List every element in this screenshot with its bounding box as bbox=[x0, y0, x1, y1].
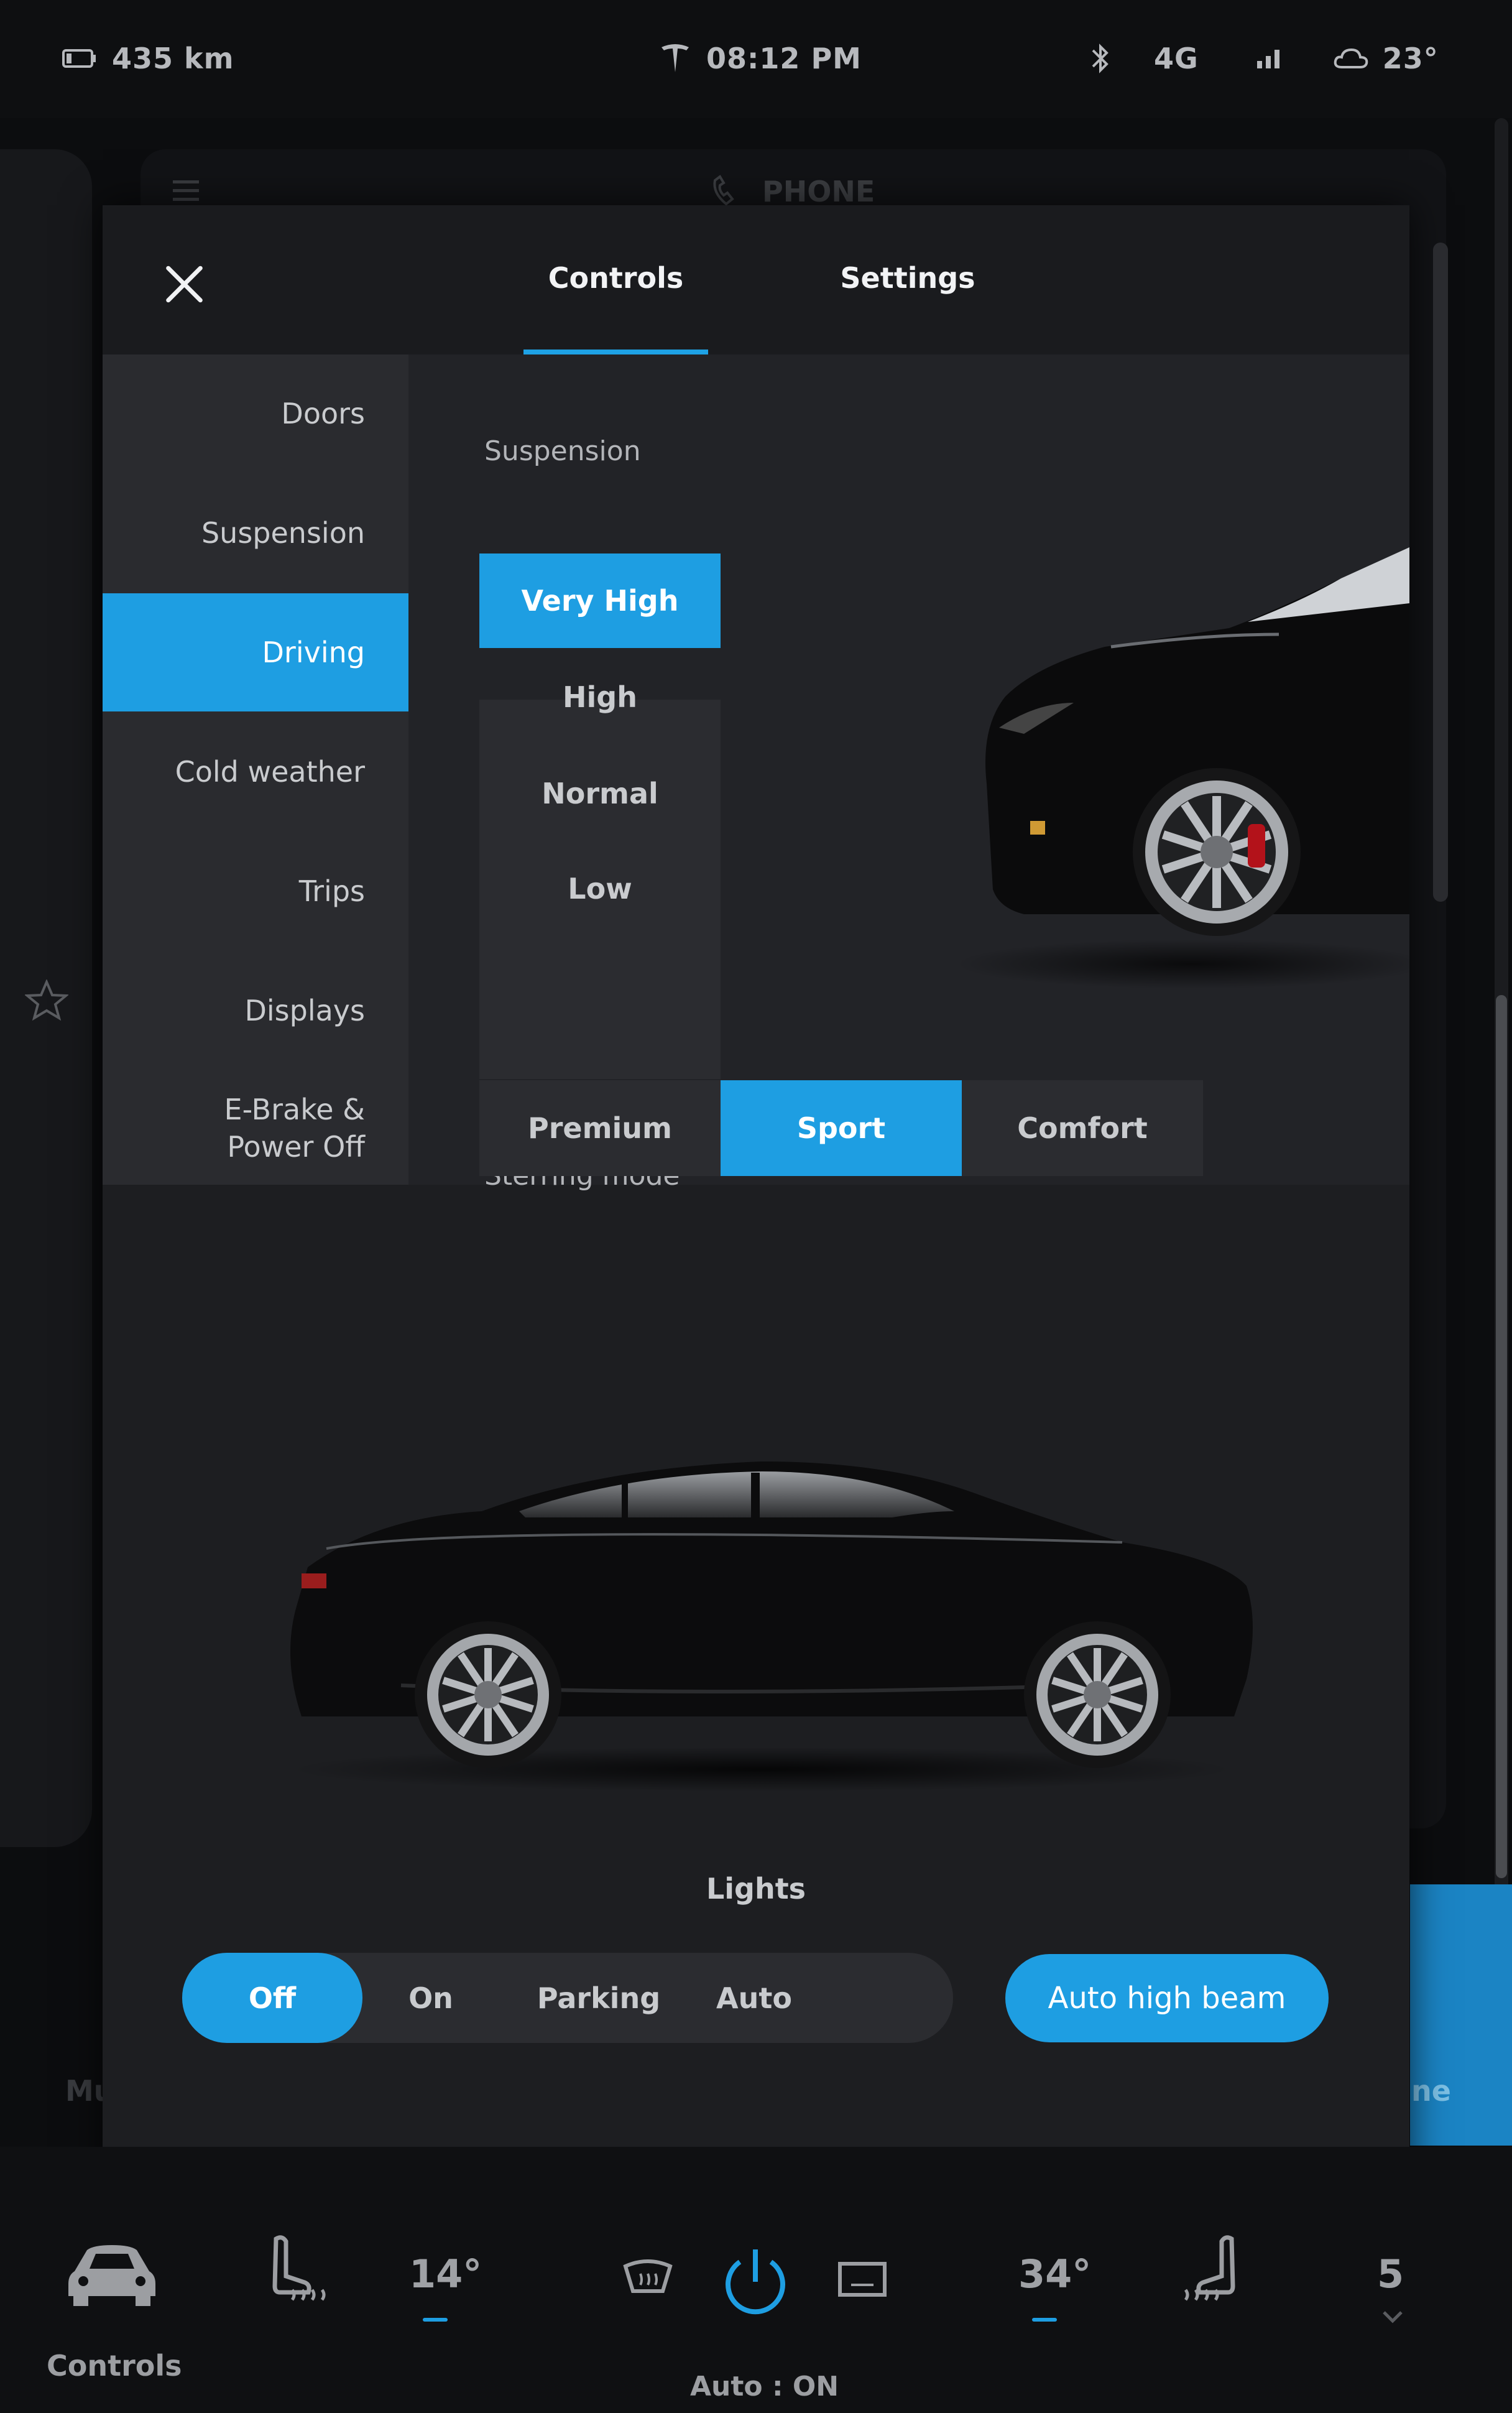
lights-parking-option[interactable]: Parking bbox=[493, 1953, 704, 2043]
sidebar-item-ebrake-power-off[interactable]: E-Brake & Power Off bbox=[103, 1071, 408, 1185]
status-icons: 4G 23° bbox=[1088, 36, 1439, 81]
suspension-options: Very High High Normal Low bbox=[479, 553, 721, 1079]
battery-icon bbox=[62, 49, 96, 68]
active-tab-indicator bbox=[523, 350, 708, 354]
tesla-logo-icon bbox=[662, 44, 689, 72]
status-bar: 435 km 08:12 PM 4G 23° bbox=[0, 0, 1512, 118]
modal-scrollbar[interactable] bbox=[1433, 243, 1448, 902]
car-front-image bbox=[956, 547, 1409, 989]
climate-power-icon[interactable] bbox=[721, 2243, 790, 2318]
background-phone-header: PHONE bbox=[709, 174, 875, 209]
sidebar-item-driving[interactable]: Driving bbox=[103, 593, 408, 711]
tab-controls[interactable]: Controls bbox=[523, 261, 708, 295]
volume-level[interactable]: 5 bbox=[1377, 2251, 1404, 2297]
signal-icon bbox=[1256, 50, 1279, 68]
sidebar-item-trips[interactable]: Trips bbox=[103, 832, 408, 950]
driving-settings-panel: Suspension Sterring mode bbox=[408, 354, 1409, 1192]
suspension-low-option[interactable]: Low bbox=[479, 841, 721, 936]
right-temperature[interactable]: 34° bbox=[1018, 2251, 1091, 2297]
background-scroll-thumb[interactable] bbox=[1496, 995, 1507, 1878]
controls-modal: Controls Settings Doors Suspension Drivi… bbox=[103, 205, 1448, 2205]
left-temperature[interactable]: 14° bbox=[409, 2251, 482, 2297]
climate-status-text: Auto : ON bbox=[690, 2371, 839, 2402]
right-seat-heater-icon[interactable] bbox=[1172, 2233, 1240, 2313]
left-temp-indicator bbox=[423, 2318, 448, 2322]
range-indicator: 435 km bbox=[62, 36, 234, 81]
tab-settings[interactable]: Settings bbox=[814, 261, 1001, 295]
car-icon[interactable] bbox=[62, 2240, 162, 2309]
sidebar-item-suspension[interactable]: Suspension bbox=[103, 474, 408, 592]
steering-comfort-option[interactable]: Comfort bbox=[962, 1080, 1203, 1176]
lights-on-option[interactable]: On bbox=[369, 1953, 493, 2043]
bluetooth-icon[interactable] bbox=[1088, 40, 1113, 76]
auto-high-beam-button[interactable]: Auto high beam bbox=[1005, 1954, 1329, 2042]
bottom-dock: Controls 14° Auto : ON 34° 5 bbox=[0, 2147, 1512, 2413]
sidebar-item-cold-weather[interactable]: Cold weather bbox=[103, 713, 408, 831]
star-icon[interactable] bbox=[25, 980, 68, 1021]
left-seat-heater-icon[interactable] bbox=[267, 2233, 336, 2313]
suspension-title: Suspension bbox=[484, 435, 641, 467]
sidebar-item-displays[interactable]: Displays bbox=[103, 952, 408, 1070]
steering-sport-option[interactable]: Sport bbox=[721, 1080, 962, 1176]
sidebar-item-doors[interactable]: Doors bbox=[103, 354, 408, 473]
phone-icon bbox=[713, 175, 734, 206]
background-phone-label: PHONE bbox=[762, 175, 875, 208]
lights-title: Lights bbox=[706, 1872, 806, 1906]
suspension-high-option[interactable]: High bbox=[479, 650, 721, 744]
modal-header: Controls Settings bbox=[103, 205, 1409, 354]
chevron-down-icon[interactable] bbox=[1381, 2310, 1404, 2323]
background-right-label: ne bbox=[1411, 2074, 1451, 2108]
lights-auto-option[interactable]: Auto bbox=[692, 1953, 816, 2043]
front-defrost-icon[interactable] bbox=[836, 2259, 888, 2300]
suspension-normal-option[interactable]: Normal bbox=[479, 746, 721, 841]
clock: 08:12 PM bbox=[659, 36, 862, 81]
range-text: 435 km bbox=[112, 42, 234, 75]
controls-dock-label[interactable]: Controls bbox=[47, 2349, 182, 2383]
time-text: 08:12 PM bbox=[706, 42, 862, 75]
menu-icon[interactable] bbox=[173, 180, 199, 201]
lights-off-option[interactable]: Off bbox=[182, 1953, 362, 2043]
rear-defrost-icon[interactable] bbox=[622, 2258, 674, 2301]
temperature-text: 23° bbox=[1382, 42, 1439, 75]
steering-premium-option[interactable]: Premium bbox=[479, 1080, 721, 1176]
car-side-image bbox=[289, 1461, 1253, 1792]
suspension-very-high-option[interactable]: Very High bbox=[479, 553, 721, 648]
network-text: 4G bbox=[1154, 42, 1199, 75]
cloud-icon bbox=[1334, 48, 1368, 68]
close-icon[interactable] bbox=[159, 258, 208, 308]
controls-sidebar: Doors Suspension Driving Cold weather Tr… bbox=[103, 354, 408, 1185]
lights-segmented-control: Off On Parking Auto bbox=[182, 1953, 953, 2043]
right-temp-indicator bbox=[1032, 2318, 1057, 2322]
